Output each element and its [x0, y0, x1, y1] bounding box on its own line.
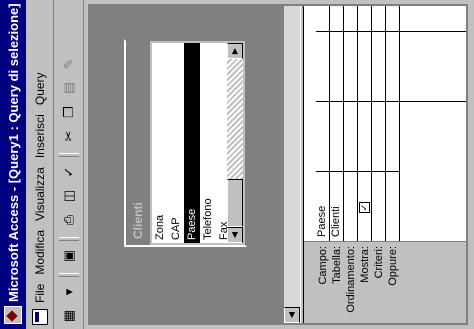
scroll-thumb[interactable]	[227, 179, 243, 227]
field-item[interactable]: Zona	[152, 43, 168, 243]
table-pane-scrollbar[interactable]: ◀	[284, 6, 300, 323]
cell-oppure[interactable]	[386, 171, 400, 241]
cell-ordinamento[interactable]	[344, 171, 358, 241]
show-checkbox[interactable]: ✓	[359, 202, 370, 213]
grid-row-labels: Campo: Tabella: Ordinamento: Mostra: Cri…	[304, 241, 466, 323]
field-list-title[interactable]: Clienti	[126, 41, 150, 245]
cell-mostra[interactable]: ✓	[358, 171, 372, 241]
cell-campo[interactable]: Paese	[316, 171, 330, 241]
menu-inserisci[interactable]: Inserisci	[33, 114, 47, 158]
view-icon[interactable]: ▦	[58, 305, 80, 327]
row-label-campo: Campo:	[317, 246, 329, 285]
spelling-icon[interactable]: ✓	[58, 161, 80, 183]
query-design-window: Clienti Zona CAP Paese Telefono Fax ◀ ▶ …	[88, 4, 468, 325]
window-title: Microsoft Access - [Query1 : Query di se…	[5, 3, 21, 302]
menu-file[interactable]: File	[33, 284, 47, 303]
scroll-left-icon[interactable]: ◀	[284, 307, 300, 323]
grid-column-1: Paese Clienti ✓	[316, 6, 400, 241]
title-bar[interactable]: Microsoft Access - [Query1 : Query di se…	[0, 0, 26, 329]
copy-icon[interactable]: ❐	[58, 101, 80, 123]
view-dropdown-icon[interactable]: ▾	[58, 281, 80, 303]
design-grid: Campo: Tabella: Ordinamento: Mostra: Cri…	[304, 6, 466, 323]
row-label-criteri: Criteri:	[373, 246, 385, 279]
field-list-body: Zona CAP Paese Telefono Fax ◀ ▶	[152, 43, 243, 243]
row-label-tabella: Tabella:	[331, 246, 343, 284]
field-list-items: Zona CAP Paese Telefono Fax	[152, 43, 230, 243]
field-item[interactable]: Telefono	[200, 43, 216, 243]
save-icon[interactable]: ▣	[58, 245, 80, 267]
menu-bar: File Modifica Visualizza Inserisci Query	[26, 0, 54, 329]
field-list-scrollbar[interactable]: ◀ ▶	[227, 43, 243, 243]
scroll-track[interactable]	[227, 59, 243, 227]
toolbar-separator	[58, 237, 79, 241]
mdi-client-area: Clienti Zona CAP Paese Telefono Fax ◀ ▶ …	[84, 0, 474, 329]
print-preview-icon[interactable]: ◫	[58, 185, 80, 207]
menu-modifica[interactable]: Modifica	[33, 230, 47, 275]
access-window: Microsoft Access - [Query1 : Query di se…	[0, 0, 474, 329]
print-icon[interactable]: ⎙	[58, 209, 80, 231]
toolbar-separator	[58, 153, 79, 157]
menu-visualizza[interactable]: Visualizza	[33, 167, 47, 221]
field-item[interactable]: CAP	[168, 43, 184, 243]
toolbar: ▦ ▾ ▣ ⎙ ◫ ✓ ✂ ❐ ▤ ✎	[54, 0, 84, 329]
scroll-right-icon[interactable]: ▶	[227, 43, 243, 59]
access-key-icon[interactable]	[4, 306, 22, 324]
cell-tabella[interactable]: Clienti	[330, 171, 344, 241]
menu-query[interactable]: Query	[33, 72, 47, 105]
row-label-ordinamento: Ordinamento:	[345, 246, 357, 313]
scroll-left-icon[interactable]: ◀	[227, 227, 243, 243]
cell-criteri[interactable]	[372, 171, 386, 241]
field-list-clienti[interactable]: Clienti Zona CAP Paese Telefono Fax ◀ ▶	[124, 39, 247, 247]
scroll-track[interactable]	[284, 6, 300, 307]
format-painter-icon[interactable]: ✎	[58, 53, 80, 75]
table-pane[interactable]: Clienti Zona CAP Paese Telefono Fax ◀ ▶ …	[90, 6, 300, 323]
row-label-mostra: Mostra:	[359, 246, 371, 283]
cut-icon[interactable]: ✂	[58, 125, 80, 147]
row-label-oppure: Oppure:	[387, 246, 399, 286]
document-icon[interactable]	[31, 309, 48, 325]
field-item-selected[interactable]: Paese	[184, 43, 200, 243]
toolbar-separator	[58, 273, 79, 277]
paste-icon[interactable]: ▤	[58, 77, 80, 99]
screen: Microsoft Access - [Query1 : Query di se…	[0, 0, 474, 329]
